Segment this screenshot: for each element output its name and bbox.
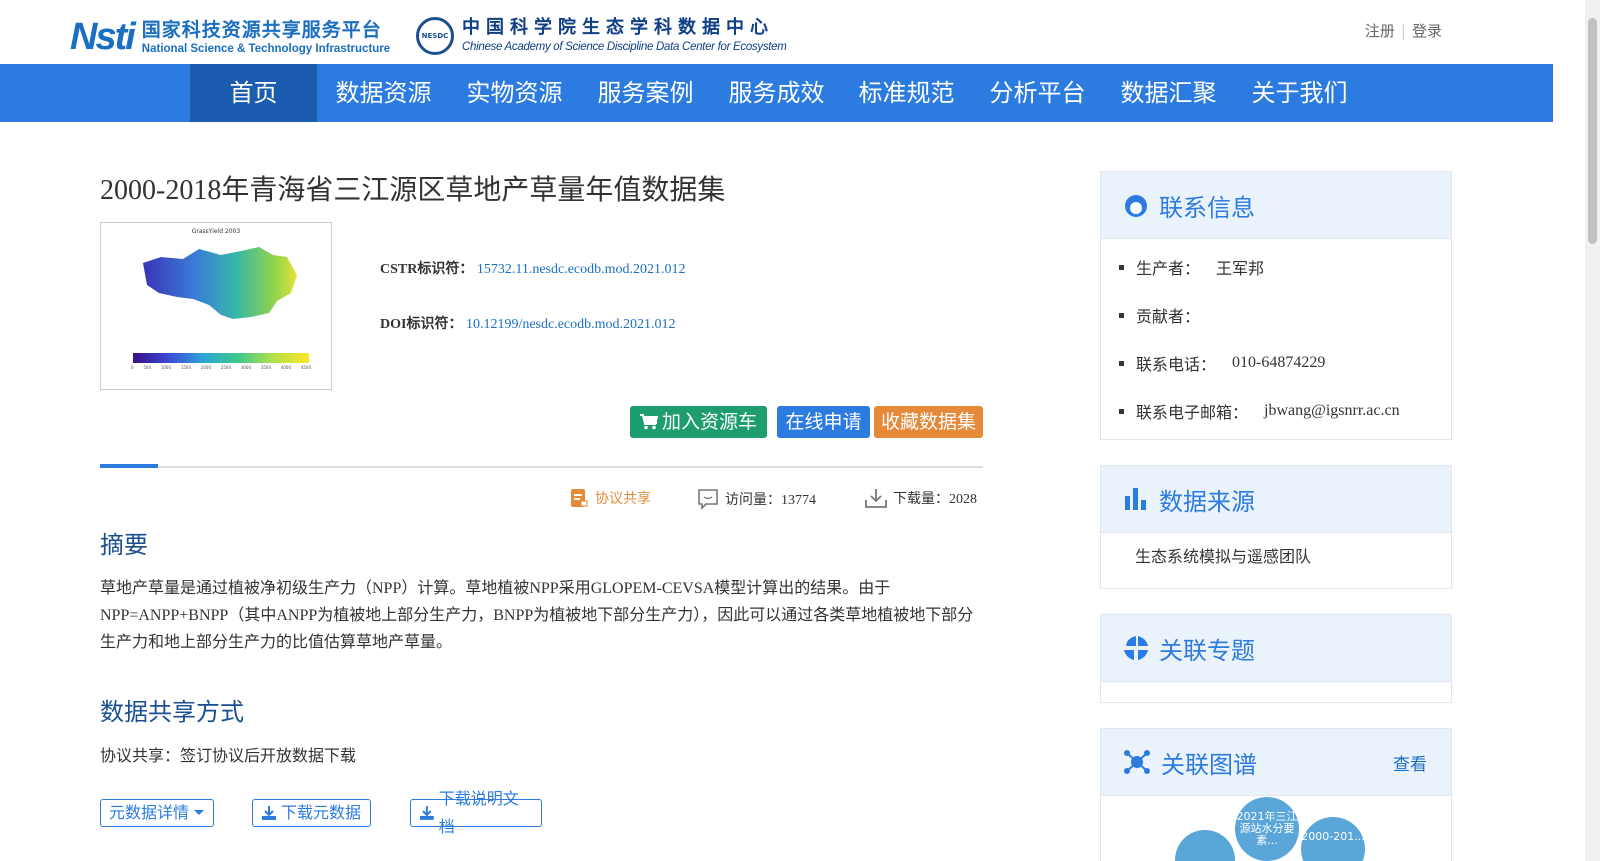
download-icon [262, 806, 276, 820]
sharing-heading: 数据共享方式 [100, 698, 244, 726]
nav-item-data-resources[interactable]: 数据资源 [321, 64, 446, 122]
source-panel: 数据来源 生态系统模拟与遥感团队 [1100, 465, 1452, 589]
nesdc-logo-cn: 中国科学院生态学科数据中心 [462, 17, 774, 38]
graph-node[interactable] [1175, 830, 1235, 861]
register-link[interactable]: 注册 [1365, 22, 1395, 40]
apply-online-button[interactable]: 在线申请 [777, 406, 870, 438]
agreement-icon [571, 489, 588, 507]
dataset-thumbnail[interactable]: GrassYield 2003 0 500 1000 1500 2000 2500 3000… [100, 222, 332, 390]
source-panel-title: 数据来源 [1159, 487, 1255, 516]
nav-item-service-results[interactable]: 服务成效 [714, 64, 839, 122]
nav-item-data-aggregation[interactable]: 数据汇聚 [1106, 64, 1231, 122]
main-nav: 首页 数据资源 实物资源 服务案例 服务成效 标准规范 分析平台 数据汇聚 关于… [0, 64, 1553, 122]
nav-item-analysis-platform[interactable]: 分析平台 [975, 64, 1100, 122]
download-icon [419, 806, 434, 820]
cstr-identifier: CSTR标识符： 15732.11.nesdc.ecodb.mod.2021.0… [380, 258, 686, 278]
download-metadata-button[interactable]: 下载元数据 [252, 799, 371, 827]
thumbnail-title: GrassYield 2003 [191, 228, 241, 235]
source-text: 生态系统模拟与遥感团队 [1135, 547, 1312, 566]
metadata-detail-dropdown[interactable]: 元数据详情 [100, 799, 214, 827]
downloads-count: 下载量：2028 [893, 492, 977, 507]
topics-panel: 关联专题 [1100, 614, 1452, 703]
page-scrollbar[interactable] [1585, 0, 1600, 861]
doi-link[interactable]: 10.12199/nesdc.ecodb.mod.2021.012 [466, 317, 676, 332]
list-item: 联系电子邮箱： jbwang@igsnrr.ac.cn [1101, 387, 1451, 435]
download-icon [865, 489, 887, 508]
download-doc-button[interactable]: 下载说明文档 [410, 789, 542, 836]
source-panel-header: 数据来源 [1101, 466, 1451, 533]
nesdc-badge-icon: NESDC [416, 16, 454, 55]
network-graph-icon [1124, 750, 1150, 774]
scrollbar-thumb[interactable] [1588, 18, 1597, 244]
add-to-cart-button[interactable]: 加入资源车 [630, 406, 767, 438]
contact-producer-label: 生产者： [1136, 259, 1201, 278]
contact-email-value[interactable]: jbwang@igsnrr.ac.cn [1264, 402, 1400, 420]
graph-panel: 关联图谱 查看 2021年三江源站水分要素... 2000-201... [1100, 728, 1452, 861]
nav-item-about-us[interactable]: 关于我们 [1237, 64, 1362, 122]
nsti-logo[interactable]: Nsti 国家科技资源共享服务平台 National Science & Tec… [70, 16, 390, 58]
share-mode-stat: 协议共享 [569, 488, 651, 508]
thumbnail-map [143, 247, 297, 319]
contact-producer-value: 王军邦 [1216, 261, 1265, 278]
graph-view-link[interactable]: 查看 [1393, 750, 1427, 775]
comment-icon [698, 489, 718, 510]
topics-panel-title: 关联专题 [1159, 636, 1255, 665]
metadata-detail-label: 元数据详情 [109, 803, 190, 822]
list-item: 联系电话： 010-64874229 [1101, 339, 1451, 387]
nsti-logo-cn: 国家科技资源共享服务平台 [141, 18, 382, 41]
login-link[interactable]: 登录 [1412, 22, 1442, 40]
contact-panel-header: 联系信息 [1101, 172, 1451, 239]
contact-contributor-label: 贡献者： [1136, 307, 1201, 326]
doi-identifier: DOI标识符： 10.12199/nesdc.ecodb.mod.2021.01… [380, 313, 676, 333]
downloads-stat: 下载量：2028 [865, 488, 977, 508]
add-to-cart-label: 加入资源车 [661, 411, 757, 433]
nav-item-standards[interactable]: 标准规范 [844, 64, 969, 122]
nav-item-home[interactable]: 首页 [190, 64, 317, 122]
contact-email-label: 联系电子邮箱： [1136, 403, 1249, 422]
download-metadata-label: 下载元数据 [281, 803, 362, 822]
abstract-heading: 摘要 [100, 531, 148, 559]
contact-list: 生产者： 王军邦 贡献者： 联系电话： 010-64874229 联系电子邮箱： jb… [1101, 239, 1451, 435]
topics-panel-header: 关联专题 [1101, 615, 1451, 682]
list-item: 生产者： 王军邦 [1101, 243, 1451, 291]
favorite-dataset-button[interactable]: 收藏数据集 [874, 406, 983, 438]
graph-panel-header: 关联图谱 查看 [1101, 729, 1451, 796]
nsti-logo-mark: Nsti [70, 15, 136, 58]
contact-phone-label: 联系电话： [1136, 355, 1217, 374]
cstr-link[interactable]: 15732.11.nesdc.ecodb.mod.2021.012 [477, 262, 686, 277]
contact-panel-title: 联系信息 [1159, 193, 1255, 222]
graph-node[interactable]: 2000-201... [1301, 817, 1365, 861]
nesdc-logo[interactable]: NESDC 中国科学院生态学科数据中心 Chinese Academy of S… [416, 16, 787, 55]
caret-down-icon [194, 810, 204, 815]
abstract-text: 草地产草量是通过植被净初级生产力（NPP）计算。草地植被NPP采用GLOPEM-… [100, 580, 974, 651]
cstr-label: CSTR标识符： [380, 262, 474, 277]
download-doc-label: 下载说明文档 [438, 789, 519, 836]
thumbnail-colorbar [133, 353, 309, 363]
visits-count: 访问量：13774 [725, 493, 816, 508]
dataset-title: 2000-2018年青海省三江源区草地产草量年值数据集 [100, 175, 726, 206]
doi-label: DOI标识符： [380, 317, 463, 332]
tab-divider [100, 466, 983, 468]
contact-phone-value: 010-64874229 [1232, 354, 1326, 371]
tab-active-indicator [100, 464, 158, 468]
cart-icon [639, 414, 659, 430]
top-header: Nsti 国家科技资源共享服务平台 National Science & Tec… [0, 0, 1568, 64]
nsti-logo-en: National Science & Technology Infrastruc… [141, 42, 391, 55]
contact-person-icon [1125, 195, 1147, 217]
graph-panel-title: 关联图谱 [1161, 750, 1257, 779]
bar-chart-icon [1125, 488, 1146, 510]
share-mode-label: 协议共享 [595, 491, 651, 507]
graph-node[interactable]: 2021年三江源站水分要素... [1235, 797, 1299, 861]
visits-stat: 访问量：13774 [697, 488, 816, 510]
auth-links: 注册 | 登录 [1364, 22, 1442, 40]
nesdc-logo-en: Chinese Academy of Science Discipline Da… [462, 41, 787, 53]
nav-item-service-cases[interactable]: 服务案例 [583, 64, 708, 122]
thumbnail-colorbar-ticks: 0 500 1000 1500 2000 2500 3000 3500 4000 4500 [131, 365, 311, 370]
topics-icon [1124, 636, 1148, 660]
nav-item-physical-resources[interactable]: 实物资源 [452, 64, 577, 122]
contact-panel: 联系信息 生产者： 王军邦 贡献者： 联系电话： 010-64874229 联系电子… [1100, 171, 1452, 440]
list-item: 贡献者： [1101, 291, 1451, 339]
sharing-text: 协议共享：签订协议后开放数据下载 [100, 746, 357, 765]
